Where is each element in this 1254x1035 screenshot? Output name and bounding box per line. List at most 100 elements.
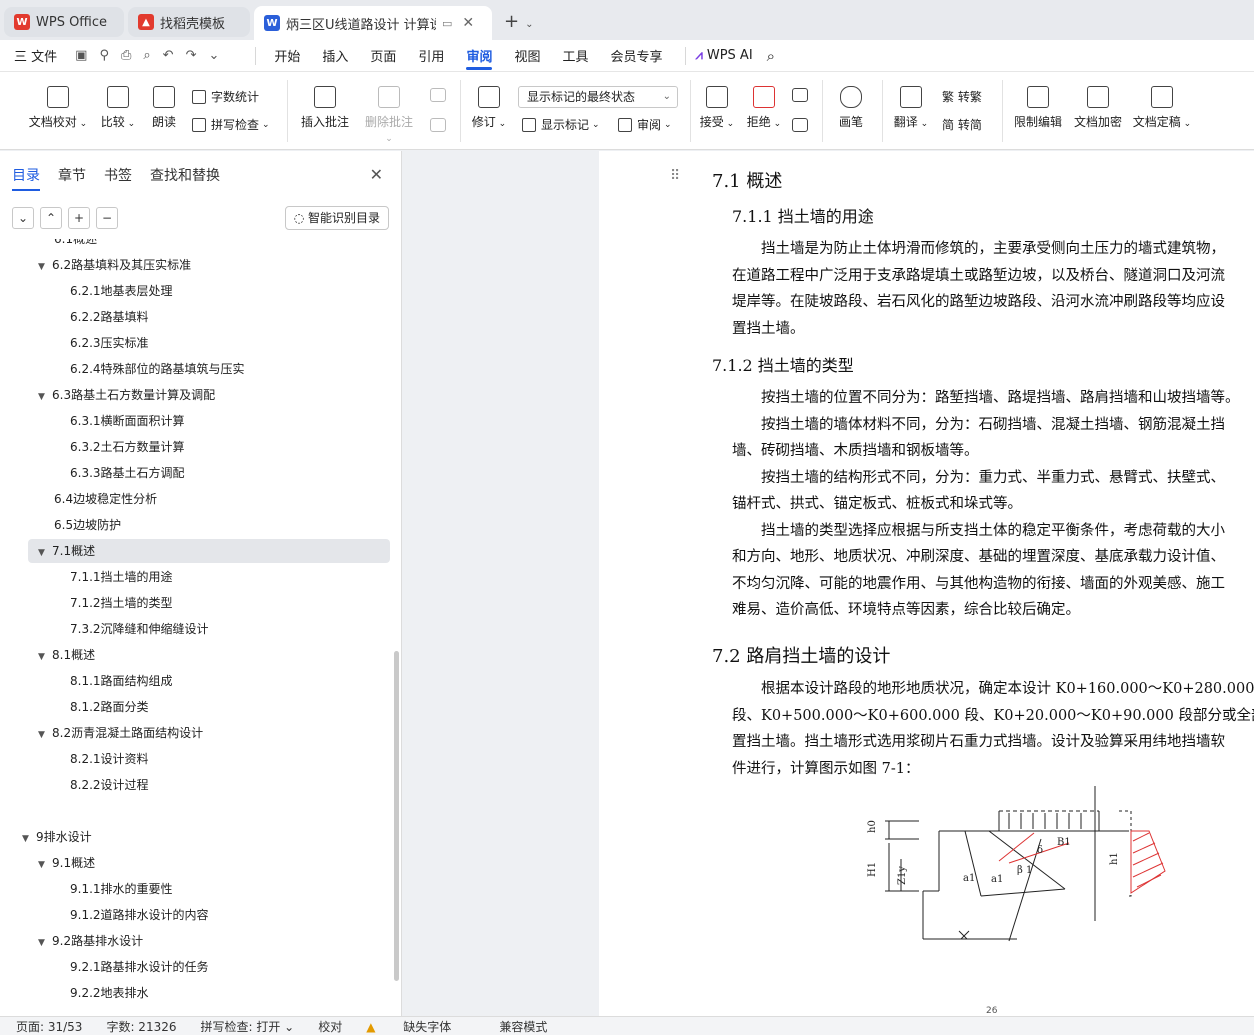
toc-item[interactable]: 8.2.1设计资料	[70, 747, 149, 771]
smart-toc-button[interactable]: ◌ 智能识别目录	[284, 206, 389, 230]
menu-tools[interactable]: 工具	[562, 40, 588, 72]
toc-item[interactable]: 9.1.1排水的重要性	[70, 877, 173, 901]
accept-button[interactable]: 接受 ⌄	[698, 86, 736, 130]
revise-button[interactable]: 修订 ⌄	[470, 86, 508, 130]
toc-item[interactable]: 9.1.2道路排水设计的内容	[70, 903, 209, 927]
menu-references[interactable]: 引用	[418, 40, 444, 72]
chevron-down-icon[interactable]: ▼	[38, 931, 52, 955]
doc-check-button[interactable]: 文档校对 ⌄	[28, 86, 88, 130]
to-simplified-button[interactable]: 简 转简	[942, 116, 982, 133]
toc-item[interactable]: ▼ 9排水设计	[22, 825, 92, 849]
toc-scrollbar[interactable]	[394, 651, 399, 981]
file-menu[interactable]: 三 文件	[14, 40, 57, 72]
drag-handle-icon[interactable]: ⠿	[670, 168, 680, 184]
menu-member[interactable]: 会员专享	[610, 40, 662, 72]
tab-template[interactable]: ▲ 找稻壳模板	[128, 7, 250, 37]
expand-down-icon[interactable]: ⌄	[12, 207, 34, 229]
missing-font-status[interactable]: ▲ 缺失字体	[366, 1018, 475, 1035]
chevron-down-icon[interactable]: ▼	[38, 385, 52, 409]
word-count-button[interactable]: 字数统计	[192, 88, 259, 105]
toc-item[interactable]: 6.1概述	[54, 239, 97, 251]
toc-item[interactable]: 9.2.1路基排水设计的任务	[70, 955, 209, 979]
toc-item[interactable]: 7.1.2挡土墙的类型	[70, 591, 173, 615]
tab-bookmarks[interactable]: 书签	[104, 165, 132, 191]
toc-item[interactable]: ▼ 8.2沥青混凝土路面结构设计	[38, 721, 203, 745]
toc-item[interactable]: 6.5边坡防护	[54, 513, 121, 537]
toc-item[interactable]: 6.2.1地基表层处理	[70, 279, 173, 303]
plus-icon[interactable]: +	[68, 207, 90, 229]
chevron-down-icon[interactable]: ▼	[38, 541, 52, 565]
restrict-edit-button[interactable]: 限制编辑	[1012, 86, 1064, 130]
encrypt-button[interactable]: 文档加密	[1072, 86, 1124, 130]
reject-button[interactable]: 拒绝 ⌄	[745, 86, 783, 130]
toc-item[interactable]: ▼ 8.1概述	[38, 643, 95, 667]
chevron-down-icon[interactable]: ▼	[38, 255, 52, 279]
page-indicator[interactable]: 页面: 31/53	[16, 1018, 82, 1035]
chevron-down-icon[interactable]: ⌄	[208, 48, 219, 63]
toc-item[interactable]: 6.3.2土石方数量计算	[70, 435, 185, 459]
save-icon[interactable]: ▣	[75, 48, 87, 63]
toc-item[interactable]: 7.1.1挡土墙的用途	[70, 565, 173, 589]
toc-item[interactable]: 6.4边坡稳定性分析	[54, 487, 157, 511]
new-tab-icon[interactable]: +	[504, 11, 519, 32]
toc-item[interactable]: 8.1.1路面结构组成	[70, 669, 173, 693]
proof-status[interactable]: 校对	[318, 1018, 342, 1035]
chevron-down-icon[interactable]: ▼	[38, 645, 52, 669]
prev-comment-button[interactable]	[428, 88, 448, 107]
toc-item[interactable]: ▼ 9.2路基排水设计	[38, 929, 143, 953]
collapse-up-icon[interactable]: ⌃	[40, 207, 62, 229]
close-icon[interactable]: ✕	[462, 15, 474, 31]
toc-item[interactable]: ▼ 7.1概述	[38, 539, 95, 563]
toc-item[interactable]: 7.3.2沉降缝和伸缩缝设计	[70, 617, 209, 641]
markup-state-select[interactable]: 显示标记的最终状态 ⌄	[518, 86, 678, 108]
undo-icon[interactable]: ↶	[163, 48, 174, 63]
redo-icon[interactable]: ↷	[186, 48, 197, 63]
word-count[interactable]: 字数: 21326	[106, 1018, 176, 1035]
toc-item[interactable]: ▼ 6.3路基土石方数量计算及调配	[38, 383, 215, 407]
share-icon[interactable]: ⚲	[99, 48, 109, 63]
tab-chapters[interactable]: 章节	[58, 165, 86, 191]
search-icon[interactable]: ⌕	[767, 40, 775, 72]
tab-document[interactable]: W 炳三区U线道路设计 计算说明书 ▭ ✕	[254, 6, 492, 40]
next-change-button[interactable]	[790, 118, 810, 137]
menu-insert[interactable]: 插入	[322, 40, 348, 72]
translate-button[interactable]: 翻译 ⌄	[892, 86, 930, 130]
close-icon[interactable]: ✕	[370, 165, 383, 184]
toc-item[interactable]: 6.2.3压实标准	[70, 331, 149, 355]
chevron-down-icon[interactable]: ▼	[38, 853, 52, 877]
toc-item[interactable]: 8.1.2路面分类	[70, 695, 149, 719]
chevron-down-icon[interactable]: ⌄	[525, 19, 533, 30]
finalize-button[interactable]: 文档定稿 ⌄	[1132, 86, 1192, 130]
toc-item[interactable]: ▼ 9.1概述	[38, 851, 95, 875]
toc-item[interactable]: 6.3.3路基土石方调配	[70, 461, 185, 485]
toc-item[interactable]: 8.2.2设计过程	[70, 773, 149, 797]
compare-button[interactable]: 比较 ⌄	[98, 86, 138, 130]
print-icon[interactable]: ⎙	[121, 48, 131, 63]
toc-item[interactable]: 9.2.2地表排水	[70, 981, 149, 1005]
toc-item[interactable]: ▼ 6.2路基填料及其压实标准	[38, 253, 191, 277]
wps-ai-button[interactable]: ⩘ WPS AI	[696, 40, 753, 72]
read-aloud-button[interactable]: 朗读	[148, 86, 180, 130]
tab-find-replace[interactable]: 查找和替换	[150, 165, 220, 191]
tab-toc[interactable]: 目录	[12, 165, 40, 191]
next-comment-button[interactable]	[428, 118, 448, 137]
menu-page[interactable]: 页面	[370, 40, 396, 72]
prev-change-button[interactable]	[790, 88, 810, 107]
show-markup-button[interactable]: 显示标记 ⌄	[522, 116, 600, 133]
chevron-down-icon[interactable]: ▼	[22, 827, 36, 851]
toc-item[interactable]: 6.2.2路基填料	[70, 305, 149, 329]
menu-home[interactable]: 开始	[274, 40, 300, 72]
delete-comment-button[interactable]: 删除批注 ⌄	[360, 86, 418, 144]
review-pane-button[interactable]: 审阅 ⌄	[618, 116, 672, 133]
menu-review[interactable]: 审阅	[466, 40, 493, 72]
chevron-down-icon[interactable]: ▼	[38, 723, 52, 747]
toc-item[interactable]: 6.2.4特殊部位的路基填筑与压实	[70, 357, 245, 381]
to-traditional-button[interactable]: 繁 转繁	[942, 88, 982, 105]
spell-check-button[interactable]: 拼写检查 ⌄	[192, 116, 270, 133]
minus-icon[interactable]: −	[96, 207, 118, 229]
menu-view[interactable]: 视图	[514, 40, 540, 72]
toc-item[interactable]: 6.3.1横断面面积计算	[70, 409, 185, 433]
spell-check-status[interactable]: 拼写检查: 打开 ⌄	[201, 1018, 295, 1035]
print-preview-icon[interactable]: ⌕	[143, 48, 150, 63]
brush-button[interactable]: 画笔	[834, 86, 868, 130]
